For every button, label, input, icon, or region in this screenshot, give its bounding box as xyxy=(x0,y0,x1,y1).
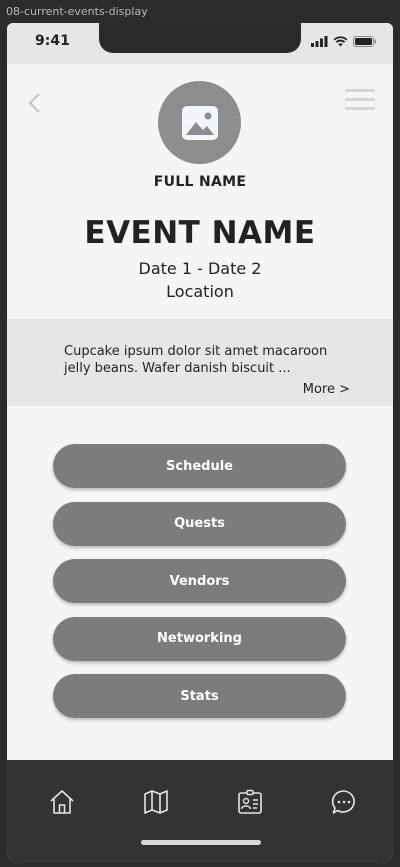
home-indicator xyxy=(141,840,261,845)
tab-chat[interactable] xyxy=(330,788,358,816)
action-list: Schedule Quests Vendors Networking Stats xyxy=(53,444,346,732)
device-notch xyxy=(99,23,301,53)
battery-icon xyxy=(353,36,376,47)
schedule-button[interactable]: Schedule xyxy=(53,444,346,488)
event-dates: Date 1 - Date 2 xyxy=(138,259,262,278)
id-badge-icon xyxy=(238,789,262,814)
image-placeholder-icon xyxy=(181,105,218,140)
home-icon xyxy=(50,790,74,814)
quests-button[interactable]: Quests xyxy=(53,501,346,546)
wifi-icon xyxy=(333,36,348,47)
status-time: 9:41 xyxy=(35,33,70,49)
event-description: Cupcake ipsum dolor sit amet macaroon je… xyxy=(7,319,393,406)
back-button[interactable] xyxy=(25,91,45,115)
signal-icon xyxy=(311,36,328,47)
tab-id-badge[interactable] xyxy=(236,788,264,816)
tab-map[interactable] xyxy=(142,788,170,816)
description-text: Cupcake ipsum dolor sit amet macaroon je… xyxy=(64,344,328,376)
avatar[interactable] xyxy=(158,81,241,164)
event-location: Location xyxy=(166,282,234,301)
chevron-left-icon xyxy=(28,93,40,113)
phone-screen: 9:41 FULL NAME EVENT NAME Date 1 - Date … xyxy=(7,23,393,863)
stats-button[interactable]: Stats xyxy=(53,674,346,718)
frame-label: 08-current-events-display xyxy=(6,5,148,18)
networking-button[interactable]: Networking xyxy=(53,616,346,661)
more-link[interactable]: More > xyxy=(303,382,350,397)
status-bar: 9:41 xyxy=(7,23,393,64)
bottom-tab-bar xyxy=(7,760,393,863)
status-icons xyxy=(311,36,377,47)
map-icon xyxy=(144,790,168,814)
menu-button[interactable] xyxy=(345,89,375,113)
vendors-button[interactable]: Vendors xyxy=(53,559,346,603)
chat-icon xyxy=(331,790,355,814)
event-title: EVENT NAME xyxy=(84,215,316,251)
tab-home[interactable] xyxy=(48,788,76,816)
hamburger-icon xyxy=(345,89,375,92)
profile-full-name: FULL NAME xyxy=(153,174,247,190)
